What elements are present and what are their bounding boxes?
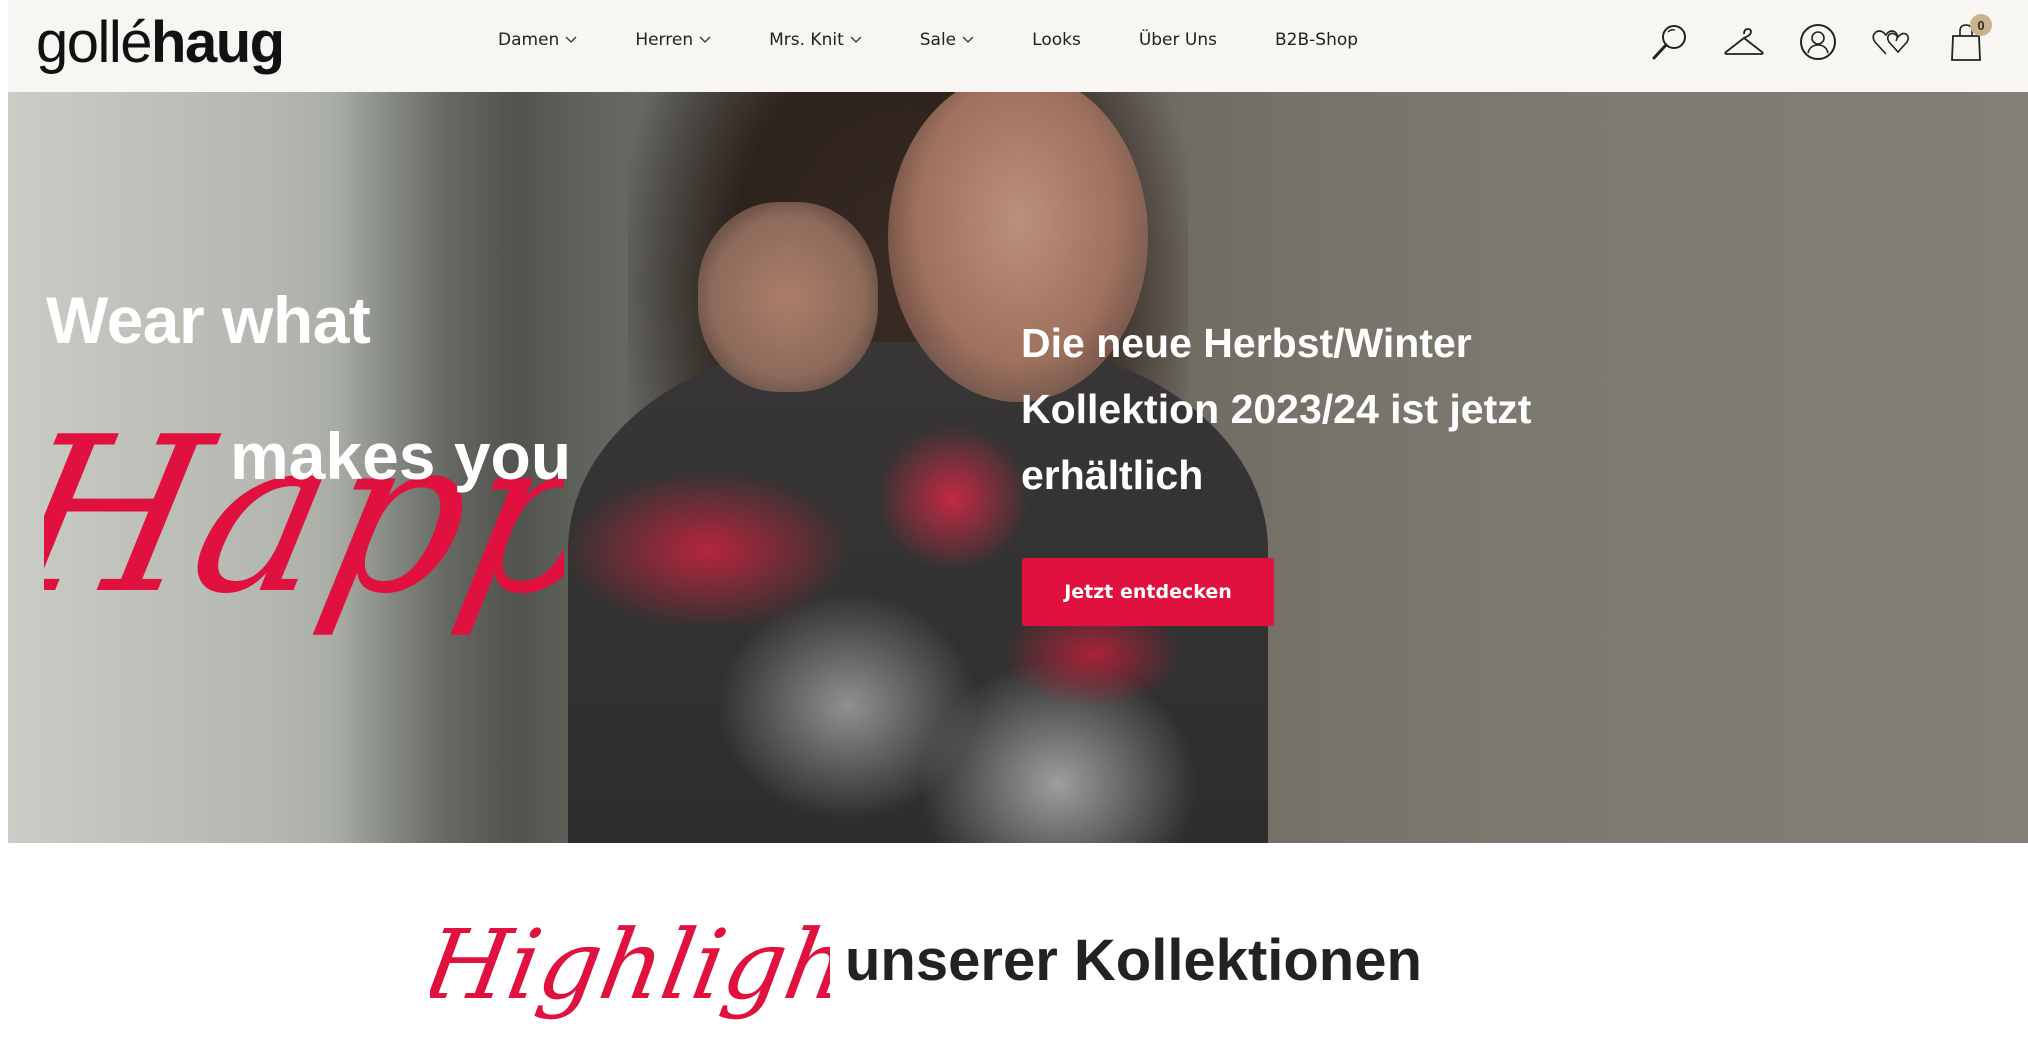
user-icon	[1800, 24, 1836, 60]
hero-headline: Die neue Herbst/Winter Kollektion 2023/2…	[1021, 320, 1532, 498]
nav-item-label: Damen	[498, 30, 560, 50]
nav-item-b2b-shop[interactable]: B2B-Shop	[1275, 30, 1358, 50]
nav-item-looks[interactable]: Looks	[1032, 30, 1081, 50]
nav-item-ueber-uns[interactable]: Über Uns	[1139, 30, 1217, 50]
chevron-down-icon	[850, 36, 862, 43]
search-button[interactable]	[1648, 20, 1692, 64]
nav-item-herren[interactable]: Herren	[635, 30, 711, 50]
site-header: gollé haug Damen Herren Mrs. Knit Sale L…	[8, 0, 2028, 92]
account-button[interactable]	[1796, 20, 1840, 64]
hero-slogan-line2: makes you	[230, 419, 572, 493]
discover-button[interactable]: Jetzt entdecken	[1022, 558, 1274, 626]
nav-item-label: Sale	[919, 30, 957, 50]
cart-count-badge: 0	[1970, 14, 1992, 36]
nav-item-label: Über Uns	[1138, 30, 1217, 50]
hearts-icon	[1872, 30, 1910, 55]
wishlist-button[interactable]	[1870, 20, 1914, 64]
header-icons: 0	[1648, 14, 1992, 70]
highlights-section: Highlights unserer Kollektionen	[0, 843, 2028, 1047]
nav-item-damen[interactable]: Damen	[498, 30, 577, 50]
hanger-icon	[1724, 28, 1764, 55]
main-nav: Damen Herren Mrs. Knit Sale Looks Über U…	[498, 0, 1416, 80]
nav-item-label: Herren	[635, 30, 694, 50]
hero-slogan-line1: Wear what	[46, 283, 371, 357]
chevron-down-icon	[962, 36, 974, 43]
chevron-down-icon	[565, 36, 577, 43]
search-icon	[1652, 25, 1686, 60]
logo-bold: haug	[151, 10, 285, 75]
highlights-script-word: Highlights	[430, 909, 830, 1021]
nav-item-label: Looks	[1032, 30, 1081, 50]
highlights-heading: unserer Kollektionen	[845, 928, 1422, 993]
wardrobe-button[interactable]	[1722, 20, 1766, 64]
highlights-script: Highlights	[430, 909, 830, 1021]
nav-item-mrs-knit[interactable]: Mrs. Knit	[769, 30, 862, 50]
hero-banner: Wear what Happy makes you Die neue Herbs…	[8, 92, 2028, 843]
nav-item-label: B2B-Shop	[1275, 30, 1359, 50]
logo-light: gollé	[36, 10, 153, 75]
logo[interactable]: gollé haug	[36, 8, 285, 78]
chevron-down-icon	[699, 36, 711, 43]
nav-item-label: Mrs. Knit	[769, 30, 844, 50]
nav-item-sale[interactable]: Sale	[920, 30, 974, 50]
cart-button[interactable]: 0	[1944, 14, 1992, 64]
